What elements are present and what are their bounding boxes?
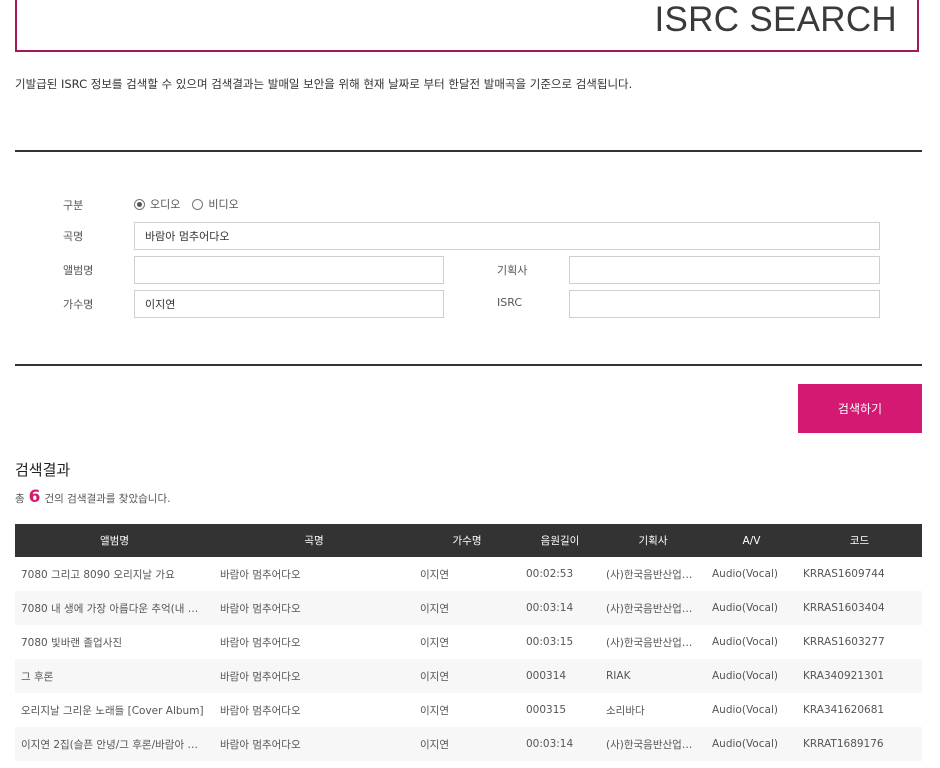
cell-av: Audio(Vocal) — [712, 636, 778, 648]
cell-title: 바람아 멈추어다오 — [214, 591, 414, 625]
cell-agency: (사)한국음반산업… — [600, 727, 706, 761]
cell-album: 7080 내 생에 가장 아름다운 추억(내 … — [15, 591, 214, 625]
cell-agency: (사)한국음반산업… — [606, 568, 693, 581]
cell-code: KRRAS1609744 — [803, 568, 885, 580]
agency-label: 기획사 — [497, 264, 528, 277]
col-header-av: A/V — [706, 524, 797, 557]
cell-duration: 00:02:53 — [526, 568, 574, 580]
cell-duration: 000314 — [520, 659, 600, 693]
cell-av: Audio(Vocal) — [706, 727, 797, 761]
cell-album: 그 후론 — [15, 659, 214, 693]
page-title: ISRC SEARCH — [654, 0, 897, 39]
results-count-line: 총 6 건의 검색결과를 찾았습니다. — [15, 487, 170, 507]
cell-album: 오리지날 그리운 노래들 [Cover Album] — [21, 704, 204, 717]
cell-av: Audio(Vocal) — [712, 704, 778, 716]
type-radio-group: 오디오 비디오 — [134, 196, 251, 212]
radio-video-control[interactable] — [192, 198, 204, 210]
radio-audio[interactable]: 오디오 — [134, 196, 180, 212]
results-count-prefix: 총 — [15, 493, 25, 505]
cell-code: KRRAS1603277 — [803, 636, 885, 648]
table-row[interactable]: 그 후론 바람아 멈추어다오 이지연 000314 RIAK Audio(Voc… — [15, 659, 922, 693]
cell-artist: 이지연 — [414, 727, 520, 761]
cell-artist: 이지연 — [420, 568, 449, 581]
cell-album: 7080 그리고 8090 오리지날 가요 — [21, 568, 175, 581]
cell-album: 이지연 2집(슬픈 안녕/그 후론/바람아 … — [15, 727, 214, 761]
table-row[interactable]: 오리지날 그리운 노래들 [Cover Album] 바람아 멈추어다오 이지연… — [15, 693, 922, 727]
col-header-album: 앨범명 — [15, 524, 214, 557]
results-header-row: 앨범명 곡명 가수명 음원길이 기획사 A/V 코드 — [15, 524, 922, 557]
album-label: 앨범명 — [63, 264, 94, 277]
cell-code: KRRAT1689176 — [797, 727, 922, 761]
cell-title: 바람아 멈추어다오 — [220, 636, 301, 649]
cell-artist: 이지연 — [414, 591, 520, 625]
cell-agency: (사)한국음반산업… — [606, 636, 693, 649]
cell-duration: 000315 — [526, 704, 567, 716]
page-header: ISRC SEARCH — [15, 0, 919, 52]
table-row[interactable]: 7080 내 생에 가장 아름다운 추억(내 … 바람아 멈추어다오 이지연 0… — [15, 591, 922, 625]
cell-av: Audio(Vocal) — [712, 568, 778, 580]
radio-audio-control[interactable] — [134, 198, 145, 210]
col-header-title: 곡명 — [214, 524, 414, 557]
title-input[interactable] — [134, 222, 880, 250]
agency-input[interactable] — [569, 256, 880, 284]
cell-av: Audio(Vocal) — [706, 591, 797, 625]
title-label: 곡명 — [63, 230, 84, 243]
type-label: 구분 — [63, 199, 84, 212]
divider-bottom — [15, 364, 922, 366]
isrc-label: ISRC — [497, 296, 523, 309]
artist-label: 가수명 — [63, 298, 94, 311]
isrc-input[interactable] — [569, 290, 880, 318]
cell-av: Audio(Vocal) — [706, 659, 797, 693]
cell-title: 바람아 멈추어다오 — [214, 659, 414, 693]
col-header-agency: 기획사 — [600, 524, 706, 557]
album-input[interactable] — [134, 256, 444, 284]
cell-code: KRA340921301 — [797, 659, 922, 693]
cell-artist: 이지연 — [420, 636, 449, 649]
cell-title: 바람아 멈추어다오 — [220, 704, 301, 717]
cell-artist: 이지연 — [414, 659, 520, 693]
table-row[interactable]: 7080 빛바랜 졸업사진 바람아 멈추어다오 이지연 00:03:15 (사)… — [15, 625, 922, 659]
cell-duration: 00:03:14 — [520, 727, 600, 761]
cell-code: KRA341620681 — [803, 704, 885, 716]
results-count-suffix: 건의 검색결과를 찾았습니다. — [44, 493, 171, 505]
cell-agency: RIAK — [600, 659, 706, 693]
radio-video[interactable]: 비디오 — [192, 196, 239, 212]
table-row[interactable]: 이지연 2집(슬픈 안녕/그 후론/바람아 … 바람아 멈추어다오 이지연 00… — [15, 727, 922, 761]
cell-code: KRRAS1603404 — [797, 591, 922, 625]
cell-duration: 00:03:15 — [526, 636, 574, 648]
col-header-artist: 가수명 — [414, 524, 520, 557]
radio-video-label: 비디오 — [208, 198, 239, 211]
col-header-duration: 음원길이 — [520, 524, 600, 557]
results-table: 앨범명 곡명 가수명 음원길이 기획사 A/V 코드 7080 그리고 8090… — [15, 524, 922, 761]
table-row[interactable]: 7080 그리고 8090 오리지날 가요 바람아 멈추어다오 이지연 00:0… — [15, 557, 922, 591]
cell-agency: (사)한국음반산업… — [600, 591, 706, 625]
search-button[interactable]: 검색하기 — [798, 384, 922, 433]
cell-artist: 이지연 — [420, 704, 449, 717]
cell-duration: 00:03:14 — [520, 591, 600, 625]
radio-audio-label: 오디오 — [150, 198, 181, 211]
cell-title: 바람아 멈추어다오 — [220, 568, 301, 581]
results-title: 검색결과 — [15, 461, 71, 479]
cell-title: 바람아 멈추어다오 — [214, 727, 414, 761]
results-count: 6 — [28, 487, 41, 507]
col-header-code: 코드 — [797, 524, 922, 557]
cell-album: 7080 빛바랜 졸업사진 — [21, 636, 123, 649]
intro-text: 기발급된 ISRC 정보를 검색할 수 있으며 검색결과는 발매일 보안을 위해… — [15, 77, 633, 91]
cell-agency: 소리바다 — [606, 704, 645, 717]
divider-top — [15, 150, 922, 152]
artist-input[interactable] — [134, 290, 444, 318]
